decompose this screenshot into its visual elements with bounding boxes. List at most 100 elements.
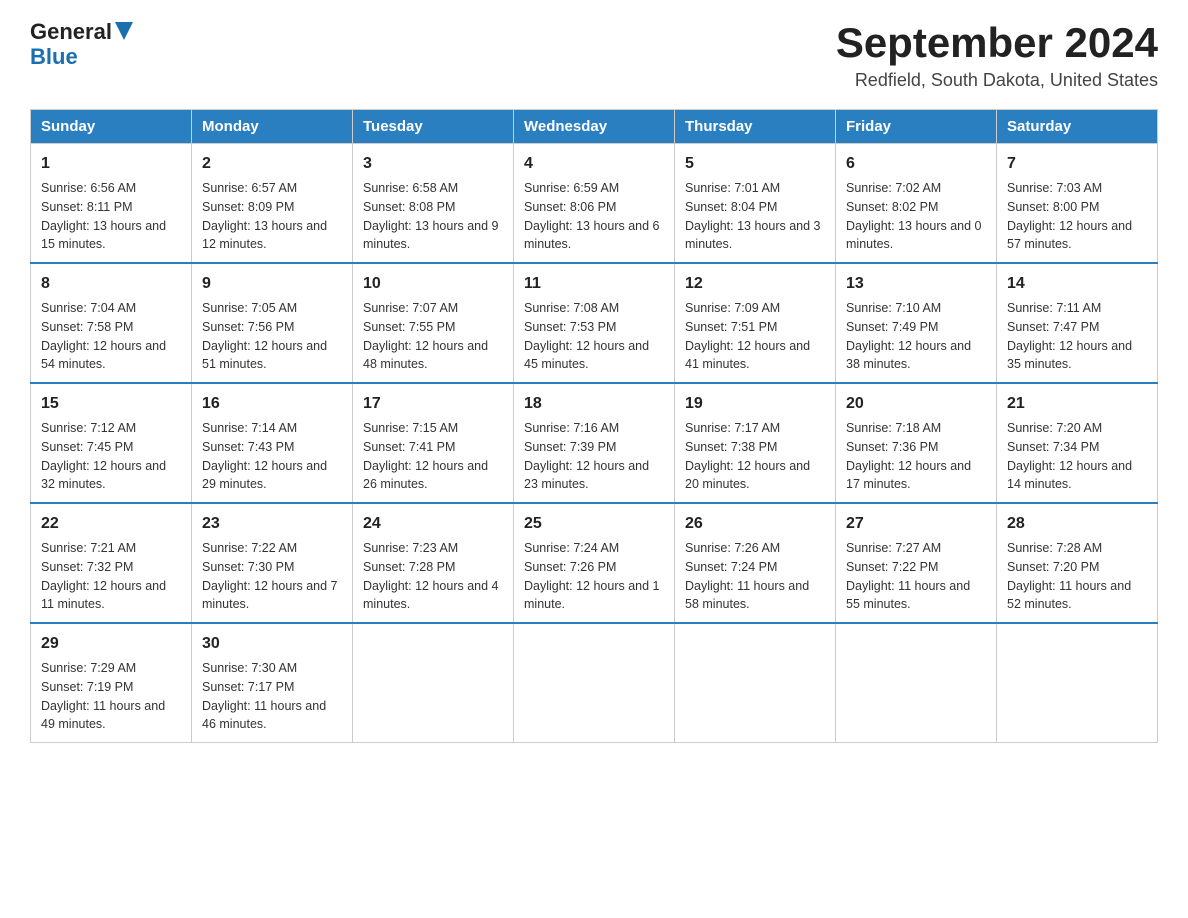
table-row: 13 Sunrise: 7:10 AMSunset: 7:49 PMDaylig… — [836, 263, 997, 383]
table-row: 10 Sunrise: 7:07 AMSunset: 7:55 PMDaylig… — [353, 263, 514, 383]
table-row — [997, 623, 1158, 743]
day-number: 5 — [685, 152, 825, 176]
day-number: 9 — [202, 272, 342, 296]
day-info: Sunrise: 7:24 AMSunset: 7:26 PMDaylight:… — [524, 541, 660, 611]
logo-general-text: General — [30, 20, 112, 44]
day-info: Sunrise: 7:10 AMSunset: 7:49 PMDaylight:… — [846, 301, 971, 371]
table-row: 28 Sunrise: 7:28 AMSunset: 7:20 PMDaylig… — [997, 503, 1158, 623]
day-number: 28 — [1007, 512, 1147, 536]
col-thursday: Thursday — [675, 110, 836, 144]
logo: General Blue — [30, 20, 133, 69]
table-row: 26 Sunrise: 7:26 AMSunset: 7:24 PMDaylig… — [675, 503, 836, 623]
day-info: Sunrise: 7:09 AMSunset: 7:51 PMDaylight:… — [685, 301, 810, 371]
table-row: 16 Sunrise: 7:14 AMSunset: 7:43 PMDaylig… — [192, 383, 353, 503]
calendar-header-row: Sunday Monday Tuesday Wednesday Thursday… — [31, 110, 1158, 144]
table-row: 14 Sunrise: 7:11 AMSunset: 7:47 PMDaylig… — [997, 263, 1158, 383]
table-row: 4 Sunrise: 6:59 AMSunset: 8:06 PMDayligh… — [514, 144, 675, 264]
month-year-title: September 2024 — [836, 20, 1158, 66]
day-info: Sunrise: 7:17 AMSunset: 7:38 PMDaylight:… — [685, 421, 810, 491]
day-number: 11 — [524, 272, 664, 296]
day-info: Sunrise: 6:59 AMSunset: 8:06 PMDaylight:… — [524, 181, 660, 251]
day-info: Sunrise: 7:14 AMSunset: 7:43 PMDaylight:… — [202, 421, 327, 491]
title-area: September 2024 Redfield, South Dakota, U… — [836, 20, 1158, 91]
day-number: 25 — [524, 512, 664, 536]
table-row — [675, 623, 836, 743]
table-row: 8 Sunrise: 7:04 AMSunset: 7:58 PMDayligh… — [31, 263, 192, 383]
day-number: 1 — [41, 152, 181, 176]
day-number: 19 — [685, 392, 825, 416]
day-info: Sunrise: 7:22 AMSunset: 7:30 PMDaylight:… — [202, 541, 338, 611]
table-row — [353, 623, 514, 743]
day-number: 18 — [524, 392, 664, 416]
logo-triangle-icon — [115, 22, 133, 40]
day-number: 6 — [846, 152, 986, 176]
day-info: Sunrise: 6:57 AMSunset: 8:09 PMDaylight:… — [202, 181, 327, 251]
table-row: 23 Sunrise: 7:22 AMSunset: 7:30 PMDaylig… — [192, 503, 353, 623]
day-info: Sunrise: 7:26 AMSunset: 7:24 PMDaylight:… — [685, 541, 809, 611]
table-row — [514, 623, 675, 743]
header: General Blue September 2024 Redfield, So… — [30, 20, 1158, 91]
table-row: 18 Sunrise: 7:16 AMSunset: 7:39 PMDaylig… — [514, 383, 675, 503]
day-info: Sunrise: 7:29 AMSunset: 7:19 PMDaylight:… — [41, 661, 165, 731]
location-subtitle: Redfield, South Dakota, United States — [836, 70, 1158, 91]
day-info: Sunrise: 7:11 AMSunset: 7:47 PMDaylight:… — [1007, 301, 1132, 371]
calendar-week-row: 29 Sunrise: 7:29 AMSunset: 7:19 PMDaylig… — [31, 623, 1158, 743]
day-number: 27 — [846, 512, 986, 536]
table-row: 7 Sunrise: 7:03 AMSunset: 8:00 PMDayligh… — [997, 144, 1158, 264]
day-number: 13 — [846, 272, 986, 296]
table-row — [836, 623, 997, 743]
day-info: Sunrise: 7:07 AMSunset: 7:55 PMDaylight:… — [363, 301, 488, 371]
table-row: 1 Sunrise: 6:56 AMSunset: 8:11 PMDayligh… — [31, 144, 192, 264]
day-info: Sunrise: 7:08 AMSunset: 7:53 PMDaylight:… — [524, 301, 649, 371]
col-sunday: Sunday — [31, 110, 192, 144]
table-row: 9 Sunrise: 7:05 AMSunset: 7:56 PMDayligh… — [192, 263, 353, 383]
calendar-table: Sunday Monday Tuesday Wednesday Thursday… — [30, 109, 1158, 743]
day-number: 10 — [363, 272, 503, 296]
day-number: 22 — [41, 512, 181, 536]
col-friday: Friday — [836, 110, 997, 144]
day-number: 2 — [202, 152, 342, 176]
table-row: 19 Sunrise: 7:17 AMSunset: 7:38 PMDaylig… — [675, 383, 836, 503]
day-number: 29 — [41, 632, 181, 656]
day-number: 12 — [685, 272, 825, 296]
table-row: 12 Sunrise: 7:09 AMSunset: 7:51 PMDaylig… — [675, 263, 836, 383]
day-number: 8 — [41, 272, 181, 296]
day-info: Sunrise: 7:04 AMSunset: 7:58 PMDaylight:… — [41, 301, 166, 371]
day-number: 23 — [202, 512, 342, 536]
table-row: 29 Sunrise: 7:29 AMSunset: 7:19 PMDaylig… — [31, 623, 192, 743]
day-number: 16 — [202, 392, 342, 416]
day-info: Sunrise: 7:18 AMSunset: 7:36 PMDaylight:… — [846, 421, 971, 491]
table-row: 30 Sunrise: 7:30 AMSunset: 7:17 PMDaylig… — [192, 623, 353, 743]
table-row: 24 Sunrise: 7:23 AMSunset: 7:28 PMDaylig… — [353, 503, 514, 623]
col-wednesday: Wednesday — [514, 110, 675, 144]
day-number: 14 — [1007, 272, 1147, 296]
day-number: 4 — [524, 152, 664, 176]
calendar-week-row: 1 Sunrise: 6:56 AMSunset: 8:11 PMDayligh… — [31, 144, 1158, 264]
day-info: Sunrise: 7:23 AMSunset: 7:28 PMDaylight:… — [363, 541, 499, 611]
day-number: 20 — [846, 392, 986, 416]
day-info: Sunrise: 7:05 AMSunset: 7:56 PMDaylight:… — [202, 301, 327, 371]
day-number: 26 — [685, 512, 825, 536]
day-info: Sunrise: 7:30 AMSunset: 7:17 PMDaylight:… — [202, 661, 326, 731]
col-saturday: Saturday — [997, 110, 1158, 144]
calendar-week-row: 22 Sunrise: 7:21 AMSunset: 7:32 PMDaylig… — [31, 503, 1158, 623]
day-info: Sunrise: 7:01 AMSunset: 8:04 PMDaylight:… — [685, 181, 821, 251]
day-number: 24 — [363, 512, 503, 536]
day-info: Sunrise: 7:27 AMSunset: 7:22 PMDaylight:… — [846, 541, 970, 611]
table-row: 25 Sunrise: 7:24 AMSunset: 7:26 PMDaylig… — [514, 503, 675, 623]
col-monday: Monday — [192, 110, 353, 144]
day-number: 3 — [363, 152, 503, 176]
table-row: 5 Sunrise: 7:01 AMSunset: 8:04 PMDayligh… — [675, 144, 836, 264]
logo-blue-text: Blue — [30, 45, 133, 69]
calendar-week-row: 15 Sunrise: 7:12 AMSunset: 7:45 PMDaylig… — [31, 383, 1158, 503]
table-row: 11 Sunrise: 7:08 AMSunset: 7:53 PMDaylig… — [514, 263, 675, 383]
calendar-week-row: 8 Sunrise: 7:04 AMSunset: 7:58 PMDayligh… — [31, 263, 1158, 383]
table-row: 15 Sunrise: 7:12 AMSunset: 7:45 PMDaylig… — [31, 383, 192, 503]
day-number: 30 — [202, 632, 342, 656]
table-row: 27 Sunrise: 7:27 AMSunset: 7:22 PMDaylig… — [836, 503, 997, 623]
day-info: Sunrise: 7:16 AMSunset: 7:39 PMDaylight:… — [524, 421, 649, 491]
day-info: Sunrise: 7:20 AMSunset: 7:34 PMDaylight:… — [1007, 421, 1132, 491]
day-info: Sunrise: 6:56 AMSunset: 8:11 PMDaylight:… — [41, 181, 166, 251]
table-row: 3 Sunrise: 6:58 AMSunset: 8:08 PMDayligh… — [353, 144, 514, 264]
day-info: Sunrise: 7:02 AMSunset: 8:02 PMDaylight:… — [846, 181, 982, 251]
